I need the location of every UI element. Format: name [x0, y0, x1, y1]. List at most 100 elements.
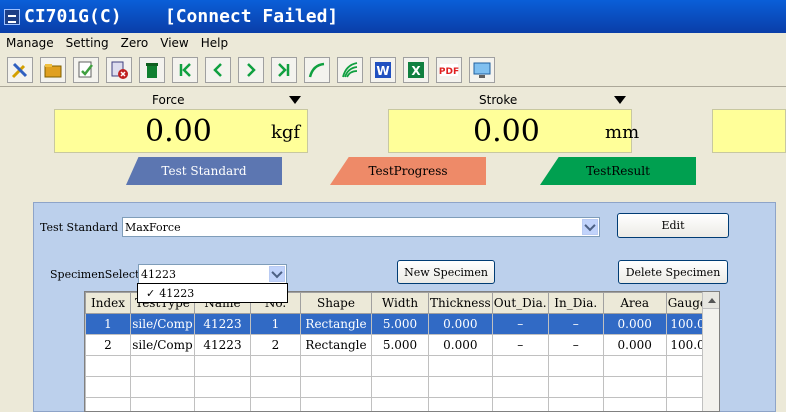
table-cell: – [491, 313, 549, 335]
vertical-scrollbar[interactable] [702, 292, 719, 411]
table-cell: 5.000 [371, 313, 429, 335]
prev-button[interactable] [205, 56, 231, 83]
stroke-dropdown-icon[interactable] [614, 96, 626, 104]
dropdown-option[interactable]: 41223 [159, 287, 194, 300]
next-icon [247, 62, 256, 77]
stroke-unit: mm [605, 122, 640, 143]
curve-button[interactable] [304, 56, 330, 83]
force-label: Force [152, 93, 185, 107]
test-standard-select[interactable]: MaxForce [122, 217, 600, 237]
chevron-down-icon[interactable] [269, 266, 285, 282]
scroll-up-icon[interactable] [703, 292, 719, 309]
tab-test-result[interactable]: TestResult [540, 157, 696, 185]
last-button[interactable] [271, 56, 297, 83]
curve-icon [308, 62, 325, 77]
svg-text:PDF: PDF [439, 67, 459, 77]
table-cell: 0.000 [428, 334, 493, 356]
word-icon: W [375, 61, 391, 78]
monitor-icon [473, 62, 491, 78]
chevron-down-icon[interactable] [582, 219, 598, 235]
window-title: CI701G(C) [Connect Failed] [24, 6, 339, 27]
table-cell: – [547, 313, 604, 335]
table-cell: 41223 [194, 334, 251, 356]
table-cell: 2 [85, 334, 131, 356]
check-icon: ✓ [146, 286, 156, 300]
tools-button[interactable] [7, 56, 33, 83]
menu-help[interactable]: Help [195, 36, 234, 50]
table-cell: 1 [250, 313, 301, 335]
delete-doc-button[interactable] [106, 56, 132, 83]
first-icon [179, 62, 191, 77]
table-cell: Rectangle [300, 334, 372, 356]
check-button[interactable] [73, 56, 99, 83]
menu-setting[interactable]: Setting [60, 36, 115, 50]
open-folder-icon [44, 63, 62, 77]
delete-doc-icon [111, 61, 128, 79]
excel-icon: X [408, 61, 424, 78]
tab-test-progress[interactable]: TestProgress [330, 157, 486, 185]
word-export-button[interactable]: W [370, 56, 396, 83]
specimen-table: Index TestType Name No. Shape Width Thic… [85, 292, 717, 411]
svg-text:X: X [411, 64, 421, 78]
svg-text:W: W [376, 64, 389, 78]
menu-zero[interactable]: Zero [115, 36, 155, 50]
test-standard-value: MaxForce [125, 220, 181, 234]
specimen-select[interactable]: 41223 [138, 264, 287, 284]
specimen-dropdown-list[interactable]: ✓ 41223 [137, 283, 288, 303]
specimen-select-label: SpecimenSelect [50, 268, 140, 281]
new-specimen-button[interactable]: New Specimen [397, 260, 495, 284]
delete-specimen-button[interactable]: Delete Specimen [618, 260, 728, 284]
trash-button[interactable] [139, 56, 165, 83]
trash-icon [146, 62, 158, 78]
column-header[interactable]: Out_Dia. [491, 292, 549, 314]
force-unit: kgf [271, 122, 301, 143]
table-cell: 0.000 [602, 334, 667, 356]
table-cell: 41223 [194, 313, 251, 335]
pdf-icon: PDF [439, 63, 459, 77]
table-cell: sile/Comp [130, 313, 195, 335]
menu-view[interactable]: View [154, 36, 194, 50]
column-header[interactable]: In_Dia. [547, 292, 604, 314]
force-value: 0.00 [145, 114, 212, 149]
last-icon [278, 62, 290, 77]
test-standard-label: Test Standard [40, 221, 119, 234]
column-header[interactable]: Shape [300, 292, 372, 314]
specimen-grid: Index TestType Name No. Shape Width Thic… [84, 291, 720, 412]
table-row[interactable]: 2 sile/Comp 41223 2 Rectangle 5.000 0.00… [85, 334, 717, 356]
table-cell: 5.000 [371, 334, 429, 356]
table-row[interactable] [85, 355, 717, 377]
title-bar: CI701G(C) [Connect Failed] [0, 0, 786, 33]
table-cell: Rectangle [300, 313, 372, 335]
tab-test-standard[interactable]: Test Standard [126, 157, 282, 185]
table-cell: 1 [85, 313, 131, 335]
table-cell: 0.000 [602, 313, 667, 335]
specimen-select-value: 41223 [141, 267, 176, 281]
next-button[interactable] [238, 56, 264, 83]
first-button[interactable] [172, 56, 198, 83]
table-row[interactable] [85, 397, 717, 411]
table-row[interactable] [85, 376, 717, 398]
table-cell: – [547, 334, 604, 356]
stroke-value: 0.00 [473, 114, 540, 149]
table-cell: sile/Comp [130, 334, 195, 356]
table-cell: 0.000 [428, 313, 493, 335]
multi-curve-button[interactable] [337, 56, 363, 83]
stroke-label: Stroke [479, 93, 518, 107]
third-display [712, 109, 786, 153]
column-header[interactable]: Area [602, 292, 667, 314]
column-header[interactable]: Index [85, 292, 131, 314]
menu-manage[interactable]: Manage [0, 36, 60, 50]
multi-curve-icon [342, 61, 358, 77]
monitor-button[interactable] [469, 56, 495, 83]
force-dropdown-icon[interactable] [289, 96, 301, 104]
table-row[interactable]: 1 sile/Comp 41223 1 Rectangle 5.000 0.00… [85, 313, 717, 335]
column-header[interactable]: Thickness [428, 292, 493, 314]
toolbar: W X PDF [0, 53, 786, 87]
open-button[interactable] [40, 56, 66, 83]
excel-export-button[interactable]: X [403, 56, 429, 83]
column-header[interactable]: Width [371, 292, 429, 314]
tools-icon [11, 62, 28, 78]
pdf-export-button[interactable]: PDF [436, 56, 462, 83]
prev-icon [213, 62, 222, 77]
edit-button[interactable]: Edit [617, 213, 729, 238]
